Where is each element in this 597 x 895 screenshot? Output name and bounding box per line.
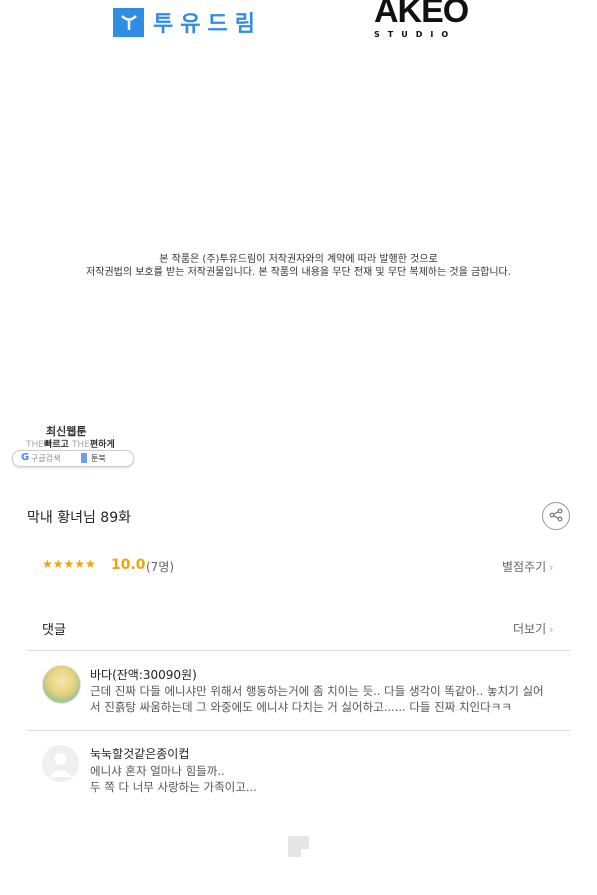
ad-google-search: 구글검색 [31, 454, 61, 463]
comment-author: 바다(잔액:30090원) [90, 668, 197, 682]
divider [27, 650, 571, 651]
divider [27, 730, 571, 731]
ad-bookmark-label: 툰북 [91, 454, 106, 463]
ad-search-pill[interactable]: G 구글검색 툰북 [12, 450, 134, 467]
rate-button-label: 별점주기 [502, 560, 547, 574]
ad-subtitle: THE빠르고 THE편하게 [26, 440, 115, 450]
comment-text-line2: 두 쪽 다 너무 사랑하는 가족이고... [90, 780, 257, 794]
copyright-notice-line2: 저작권법의 보호를 받는 저작권물입니다. 본 작품의 내용을 무단 전재 및 … [86, 267, 511, 278]
rating-stars-icon: ★★★★★ [42, 557, 96, 571]
akeo-logo-studio: STUDIO [374, 30, 457, 39]
comment-text-line2: 서 진흙탕 싸움하는데 그 와중에도 에니샤 다치는 거 싫어하고...... … [90, 700, 512, 714]
avatar [42, 665, 81, 704]
bookmark-icon [81, 453, 87, 463]
akeo-logo-text: AKEO [374, 0, 469, 30]
akeo-studio-logo: AKEO STUDIO [370, 0, 474, 44]
copyright-notice-line1: 본 작품은 (주)투유드림이 저작권자와의 계약에 따라 발행한 것으로 [159, 254, 438, 265]
google-icon: G [21, 452, 30, 463]
comment-author: 눅눅할것같은종이컵 [90, 747, 190, 761]
rating-count: (7명) [146, 560, 175, 574]
avatar [42, 745, 79, 782]
more-button-label: 더보기 [513, 622, 547, 636]
share-button[interactable] [542, 502, 570, 530]
comments-heading: 댓글 [42, 623, 66, 638]
chevron-right-icon: › [549, 561, 554, 574]
comments-more-button[interactable]: 더보기 › [513, 620, 554, 637]
comment-text-line1: 근데 진짜 다들 에니샤만 위해서 행동하는거에 좀 치이는 듯.. 다들 생각… [90, 684, 544, 698]
chevron-right-icon: › [549, 623, 554, 636]
share-icon [549, 507, 563, 526]
todream-logo-icon [113, 7, 144, 37]
episode-title: 막내 황녀님 89화 [27, 510, 131, 526]
rating-score: 10.0 [111, 557, 146, 573]
todream-logo: 투유드림 [113, 6, 262, 38]
rate-button[interactable]: 별점주기 › [502, 558, 554, 575]
todream-logo-text: 투유드림 [153, 12, 262, 37]
comment-text-line1: 에니샤 혼자 얼마나 힘들까.. [90, 764, 225, 778]
image-placeholder-icon [288, 836, 309, 857]
webtoon-ad-banner[interactable]: 최신웹툰 THE빠르고 THE편하게 G 구글검색 툰북 [12, 420, 134, 468]
